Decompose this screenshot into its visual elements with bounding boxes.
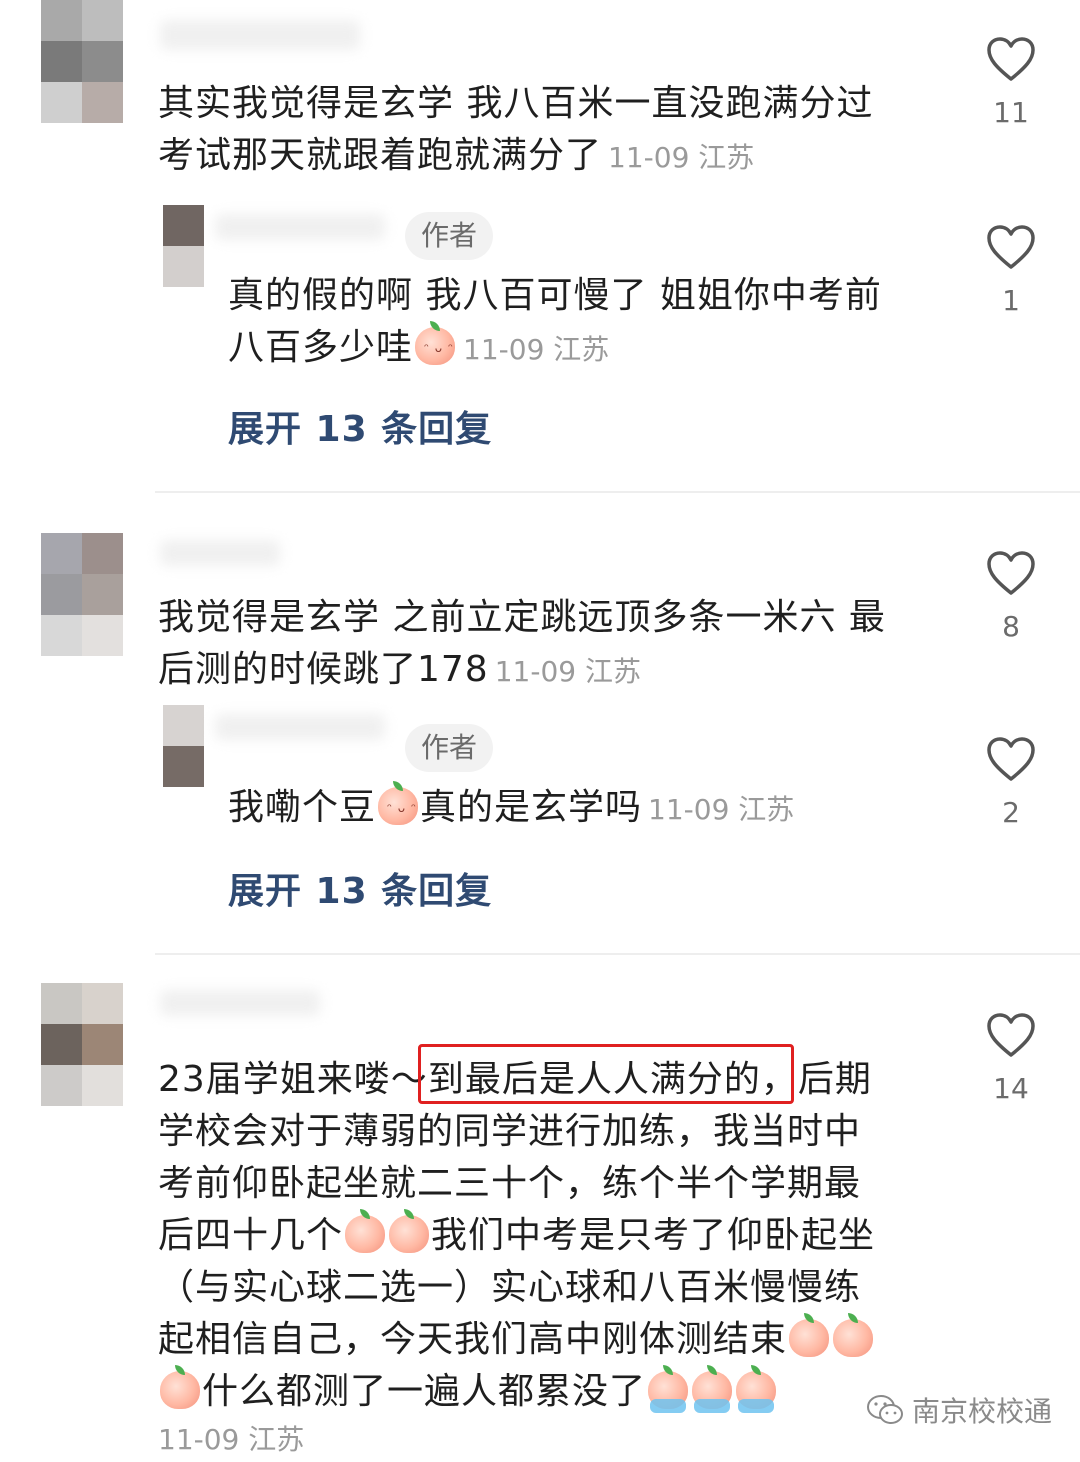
divider [155, 491, 1080, 493]
like-button[interactable]: 14 [976, 1012, 1046, 1105]
comment-meta: 11-09 江苏 [158, 1423, 305, 1456]
comment-text: 真的假的啊 我八百可慢了 姐姐你中考前 八百多少哇 ᵔ ᴗ ᵔ 11-09 江苏 [228, 275, 882, 368]
username[interactable] [160, 990, 320, 1016]
wechat-icon [867, 1395, 903, 1424]
comment-text: 我觉得是玄学 之前立定跳远顶多条一米六 最 后测的时候跳了178 11-09 江苏 [158, 597, 886, 690]
like-button[interactable]: 2 [976, 736, 1046, 829]
heart-outline-icon [987, 1013, 1035, 1057]
peach-emoji-icon [345, 1209, 386, 1253]
peach-emoji-icon: ᵔ ᴗ ᵔ [378, 781, 419, 825]
avatar[interactable] [163, 205, 204, 287]
crying-peach-emoji-icon [736, 1365, 777, 1413]
watermark-text: 南京校校通 [912, 1395, 1053, 1428]
crying-peach-emoji-icon [648, 1365, 689, 1413]
comment-meta: 11-09 江苏 [608, 141, 755, 174]
peach-emoji-icon [789, 1313, 830, 1357]
divider [155, 953, 1080, 955]
heart-outline-icon [987, 37, 1035, 81]
like-count: 14 [993, 1072, 1029, 1105]
username[interactable] [160, 20, 360, 50]
avatar[interactable] [41, 533, 123, 656]
comment-text: 其实我觉得是玄学 我八百米一直没跑满分过 考试那天就跟着跑就满分了 11-09 江… [158, 83, 874, 176]
username[interactable] [160, 540, 280, 566]
heart-outline-icon [987, 551, 1035, 595]
comment-text: 23届学姐来喽～到最后是人人满分的，后期 学校会对于薄弱的同学进行加练，我当时中… [158, 1054, 875, 1462]
expand-replies-link[interactable]: 展开 13 条回复 [228, 400, 492, 452]
watermark: 南京校校通 [866, 1390, 1052, 1430]
peach-emoji-icon [389, 1209, 430, 1253]
comment-meta: 11-09 江苏 [463, 333, 610, 366]
username[interactable] [215, 714, 385, 740]
like-button[interactable]: 8 [976, 550, 1046, 643]
username[interactable] [215, 214, 385, 240]
peach-emoji-icon [160, 1365, 200, 1409]
like-button[interactable]: 11 [976, 36, 1046, 129]
peach-emoji-icon [833, 1313, 874, 1357]
like-count: 2 [1002, 796, 1020, 829]
avatar[interactable] [163, 705, 204, 787]
comment-meta: 11-09 江苏 [494, 655, 641, 688]
crying-peach-emoji-icon [692, 1365, 733, 1413]
heart-outline-icon [987, 225, 1035, 269]
expand-replies-link[interactable]: 展开 13 条回复 [228, 862, 492, 914]
like-count: 8 [1002, 610, 1020, 643]
like-button[interactable]: 1 [976, 224, 1046, 317]
avatar[interactable] [41, 0, 123, 123]
like-count: 1 [1002, 284, 1020, 317]
highlight-box [418, 1044, 794, 1104]
heart-outline-icon [987, 737, 1035, 781]
author-badge: 作者 [405, 724, 494, 772]
peach-emoji-icon: ᵔ ᴗ ᵔ [415, 321, 456, 365]
author-badge: 作者 [405, 212, 494, 260]
like-count: 11 [993, 96, 1029, 129]
comment-meta: 11-09 江苏 [648, 793, 795, 826]
avatar[interactable] [41, 983, 123, 1106]
comment-text: 我嘞个豆 ᵔ ᴗ ᵔ 真的是玄学吗 11-09 江苏 [228, 781, 795, 836]
